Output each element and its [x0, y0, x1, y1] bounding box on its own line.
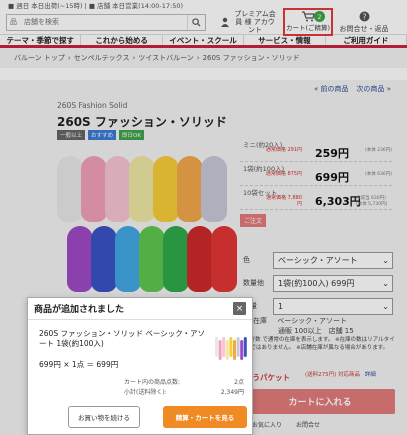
- dialog-header: 商品が追加されました ×: [28, 298, 252, 320]
- subtotal-label: 小計(送料除く):: [124, 389, 167, 396]
- thumbnail-balloon: [218, 340, 222, 360]
- thumbnail-balloon: [233, 340, 236, 360]
- close-icon[interactable]: ×: [233, 302, 246, 315]
- thumbnail-balloon: [222, 337, 226, 357]
- item-thumbnail: [215, 337, 247, 360]
- cart-added-dialog: 商品が追加されました × 260S ファッション・ソリッド ベーシック・アソート…: [27, 297, 253, 435]
- subtotal-value: 2,349円: [220, 389, 244, 396]
- added-item-name: 260S ファッション・ソリッド ベーシック・アソート 1袋(約100入): [39, 329, 206, 348]
- thumbnail-balloon: [225, 340, 229, 360]
- thumbnail-balloon: [236, 337, 240, 357]
- cart-count-value: 2点: [234, 379, 244, 386]
- thumbnail-balloon: [229, 337, 233, 357]
- thumbnail-balloon: [243, 337, 247, 357]
- dialog-title: 商品が追加されました: [34, 305, 125, 315]
- cart-count-label: カート内の商品点数:: [124, 379, 181, 386]
- thumbnail-balloon: [215, 337, 218, 357]
- checkout-button[interactable]: 精算・カートを見る: [163, 406, 247, 428]
- continue-shopping-button[interactable]: お買い物を続ける: [68, 406, 140, 428]
- thumbnail-balloon: [240, 340, 244, 360]
- added-item-qty: 699円 × 1点 ＝ 699円: [39, 360, 119, 369]
- cart-summary: カート内の商品点数: 2点 小計(送料除く): 2,349円: [124, 378, 244, 398]
